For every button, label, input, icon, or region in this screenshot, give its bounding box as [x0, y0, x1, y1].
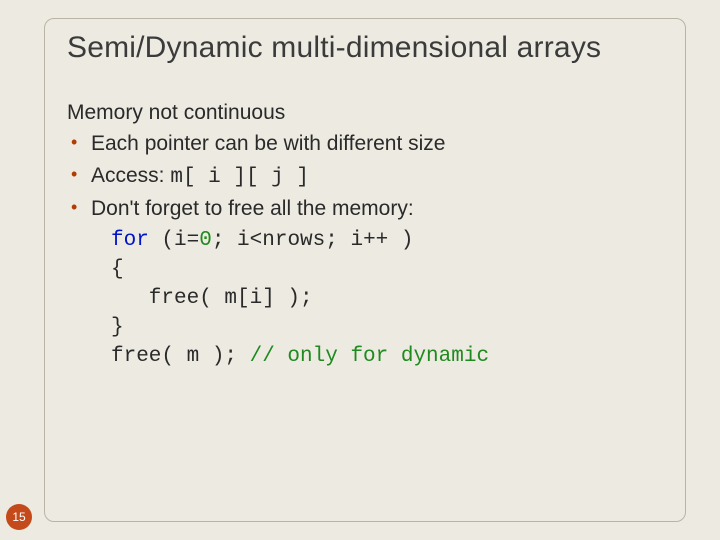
list-item: Access: m[ i ][ j ]	[67, 162, 663, 192]
lead-text: Memory not continuous	[67, 99, 663, 127]
code-text: free( m );	[111, 345, 250, 368]
code-text: }	[111, 316, 124, 339]
code-keyword: for	[111, 229, 149, 252]
list-item: Don't forget to free all the memory:	[67, 195, 663, 223]
inline-code: m[ i ][ j ]	[170, 166, 309, 189]
bullet-list: Each pointer can be with different size …	[67, 130, 663, 223]
slide-title: Semi/Dynamic multi-dimensional arrays	[67, 31, 663, 65]
list-item: Each pointer can be with different size	[67, 130, 663, 158]
slide-body: Memory not continuous Each pointer can b…	[67, 99, 663, 372]
slide-inner: Semi/Dynamic multi-dimensional arrays Me…	[44, 18, 686, 522]
page-number-badge: 15	[6, 504, 32, 530]
bullet-text: Don't forget to free all the memory:	[91, 197, 414, 220]
slide: Semi/Dynamic multi-dimensional arrays Me…	[0, 0, 720, 540]
code-number: 0	[199, 229, 212, 252]
bullet-text: Each pointer can be with different size	[91, 132, 446, 155]
code-block: for (i=0; i<nrows; i++ ) { free( m[i] );…	[111, 227, 663, 372]
code-text: free( m[i] );	[111, 287, 313, 310]
code-comment: // only for dynamic	[250, 345, 489, 368]
bullet-prefix: Access:	[91, 164, 170, 187]
code-text: (i=	[149, 229, 199, 252]
code-text: {	[111, 258, 124, 281]
code-text: ; i<nrows; i++ )	[212, 229, 414, 252]
